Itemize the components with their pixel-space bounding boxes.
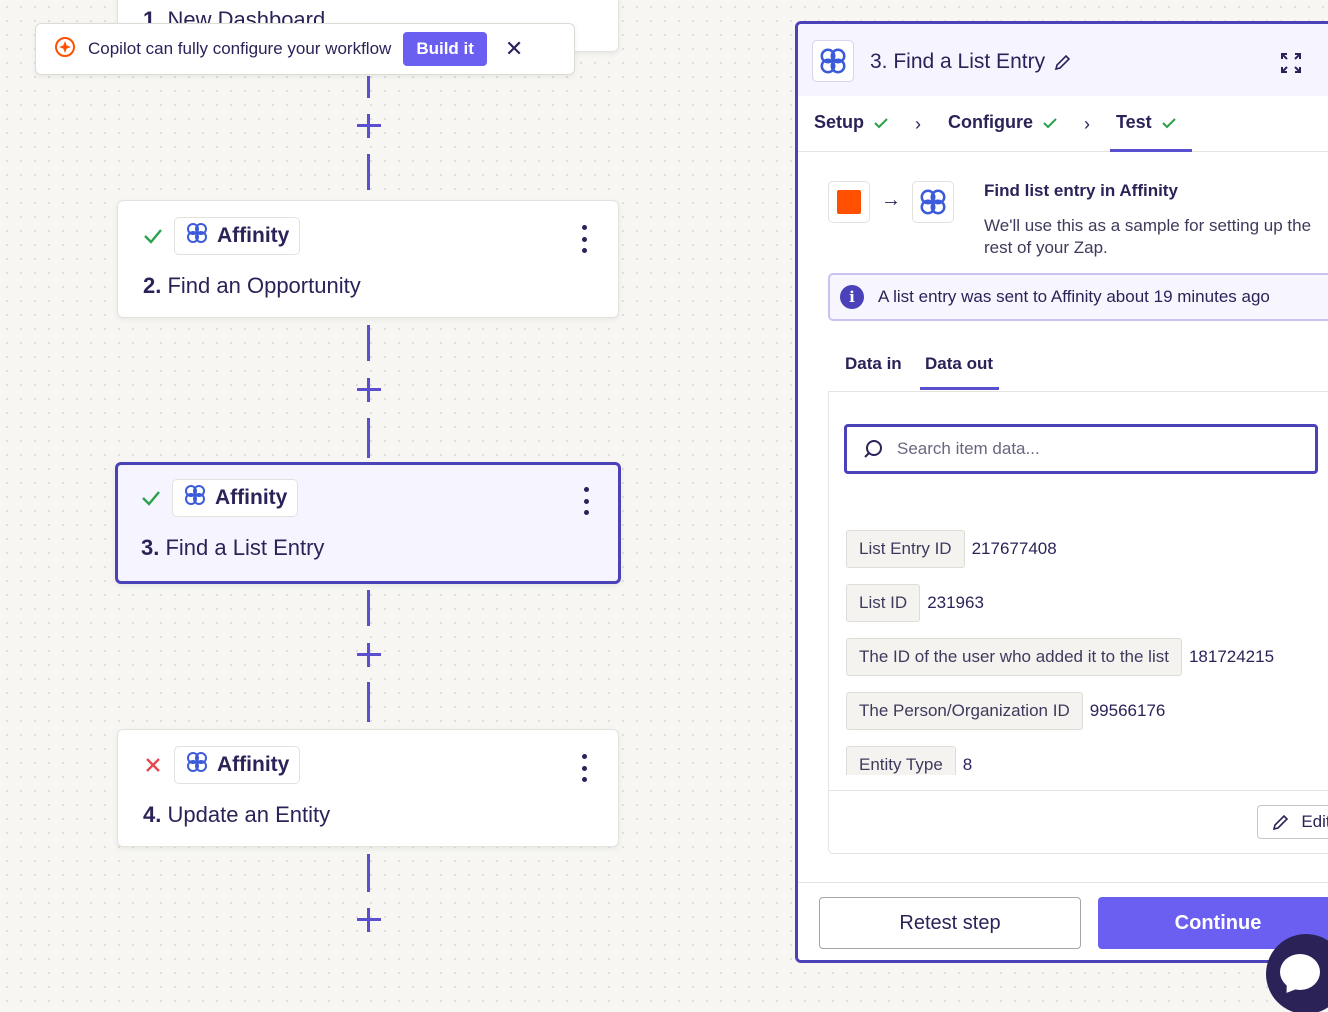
- data-out-box: List Entry ID 217677408 List ID 231963 T…: [828, 392, 1328, 854]
- step-card-title: 3. Find a List Entry: [141, 535, 325, 560]
- affinity-logo-icon: [185, 221, 209, 251]
- info-text: A list entry was sent to Affinity about …: [878, 287, 1270, 306]
- check-icon: [874, 117, 888, 128]
- build-it-button[interactable]: Build it: [403, 32, 487, 66]
- search-input[interactable]: [897, 439, 1277, 459]
- copilot-text: Copilot can fully configure your workflo…: [88, 39, 392, 58]
- chat-bubble-icon: [1280, 954, 1320, 990]
- step-card-title: 4. Update an Entity: [143, 802, 331, 827]
- step-card-2[interactable]: Affinity 2. Find an Opportunity: [117, 200, 619, 318]
- list-item: Entity Type 8: [846, 746, 972, 775]
- copilot-icon: [54, 36, 76, 63]
- expand-icon[interactable]: [1278, 50, 1304, 76]
- app-chip-affinity: Affinity: [174, 217, 301, 255]
- add-step-plus-icon[interactable]: [355, 641, 383, 669]
- copilot-banner: Copilot can fully configure your workflo…: [35, 23, 575, 75]
- list-item: The ID of the user who added it to the l…: [846, 638, 1274, 676]
- tab-test[interactable]: Test: [1110, 112, 1192, 152]
- field-value: 8: [962, 755, 973, 774]
- zapier-trigger-icon: [828, 181, 870, 223]
- tab-configure[interactable]: Configure: [948, 112, 1059, 133]
- retest-step-button[interactable]: Retest step: [819, 897, 1081, 949]
- check-icon: [142, 225, 164, 247]
- add-step-plus-icon[interactable]: [355, 906, 383, 934]
- tab-setup[interactable]: Setup: [814, 112, 890, 133]
- panel-header: 3. Find a List Entry: [798, 24, 1328, 96]
- check-icon: [1043, 117, 1057, 128]
- connector-line: [367, 154, 370, 190]
- connector-line: [367, 590, 370, 626]
- chevron-right-icon: ›: [915, 114, 921, 134]
- list-item: The Person/Organization ID 99566176: [846, 692, 1165, 730]
- step-tabs: Setup › Configure › Test: [798, 96, 1328, 152]
- app-chip-affinity: Affinity: [174, 746, 301, 784]
- pencil-icon: [1273, 814, 1289, 831]
- pencil-icon[interactable]: [1053, 52, 1073, 72]
- field-label: The Person/Organization ID: [846, 692, 1083, 730]
- connector-line: [367, 854, 370, 892]
- affinity-logo-icon: [183, 483, 207, 513]
- error-x-icon: [142, 754, 164, 776]
- field-value: 99566176: [1089, 701, 1166, 720]
- affinity-logo-icon: [912, 181, 954, 223]
- tab-data-out[interactable]: Data out: [920, 354, 999, 390]
- field-label: List ID: [846, 584, 921, 622]
- search-icon: [864, 440, 882, 458]
- list-item: List ID 231963: [846, 584, 984, 622]
- search-field[interactable]: [844, 424, 1318, 474]
- check-icon: [1161, 117, 1176, 128]
- field-label: List Entry ID: [846, 530, 965, 568]
- close-icon[interactable]: ✕: [505, 36, 523, 62]
- step-card-3[interactable]: Affinity 3. Find a List Entry: [115, 462, 621, 584]
- step-card-title: 2. Find an Opportunity: [143, 273, 361, 298]
- panel-footer: Retest step Continue: [798, 882, 1328, 960]
- field-value: 181724215: [1188, 647, 1275, 666]
- step-detail-panel: 3. Find a List Entry Setup › Configure ›…: [795, 21, 1328, 963]
- tab-data-in[interactable]: Data in: [845, 354, 902, 374]
- add-step-plus-icon[interactable]: [355, 112, 383, 140]
- connector-line: [367, 418, 370, 458]
- more-options-icon[interactable]: [578, 487, 594, 515]
- field-value: 231963: [927, 593, 984, 612]
- field-label: Entity Type: [846, 746, 956, 775]
- check-icon: [140, 487, 162, 509]
- affinity-logo-icon: [185, 750, 209, 780]
- connector-line: [367, 682, 370, 722]
- add-step-plus-icon[interactable]: [355, 376, 383, 404]
- field-value: 217677408: [971, 539, 1057, 558]
- info-icon: i: [840, 285, 864, 309]
- panel-title: 3. Find a List Entry: [870, 50, 1046, 73]
- connector-line: [367, 325, 370, 361]
- chevron-right-icon: ›: [1084, 114, 1090, 134]
- data-box-footer: Edit: [829, 790, 1328, 854]
- find-title: Find list entry in Affinity: [984, 181, 1178, 200]
- field-label: The ID of the user who added it to the l…: [846, 638, 1182, 676]
- more-options-icon[interactable]: [576, 754, 592, 782]
- app-name: Affinity: [215, 486, 288, 509]
- affinity-logo-icon: [812, 40, 854, 82]
- info-banner: i A list entry was sent to Affinity abou…: [828, 273, 1328, 321]
- edit-button[interactable]: Edit: [1257, 805, 1328, 839]
- app-name: Affinity: [217, 753, 290, 776]
- data-tabs: Data in Data out: [828, 344, 1328, 392]
- field-list[interactable]: List Entry ID 217677408 List ID 231963 T…: [846, 530, 1328, 775]
- find-description: We'll use this as a sample for setting u…: [984, 216, 1312, 257]
- app-chip-affinity: Affinity: [172, 479, 299, 517]
- app-name: Affinity: [217, 224, 290, 247]
- more-options-icon[interactable]: [576, 225, 592, 253]
- step-card-4[interactable]: Affinity 4. Update an Entity: [117, 729, 619, 847]
- list-item: List Entry ID 217677408: [846, 530, 1057, 568]
- arrow-right-icon: →: [881, 189, 901, 211]
- connector-line: [367, 76, 370, 98]
